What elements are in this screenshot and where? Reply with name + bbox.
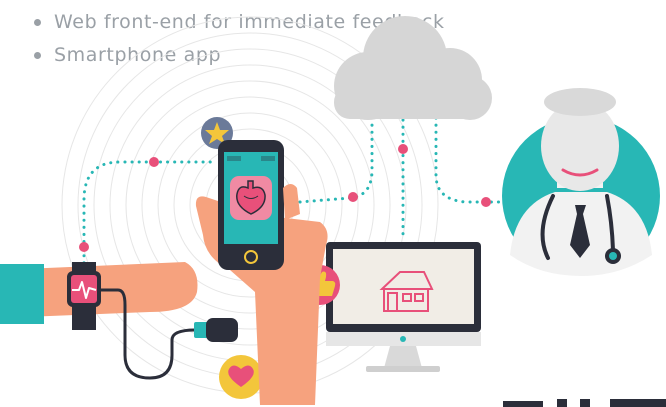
heart-icon — [219, 355, 263, 399]
bottom-right-fragment — [503, 399, 666, 407]
smartwatch — [67, 271, 101, 307]
cloud-icon — [334, 16, 492, 120]
monitor — [326, 242, 481, 372]
telemonitoring-illustration — [0, 16, 666, 407]
sensor-device — [194, 318, 238, 342]
doctor-avatar — [502, 88, 660, 276]
thumb — [283, 184, 300, 220]
